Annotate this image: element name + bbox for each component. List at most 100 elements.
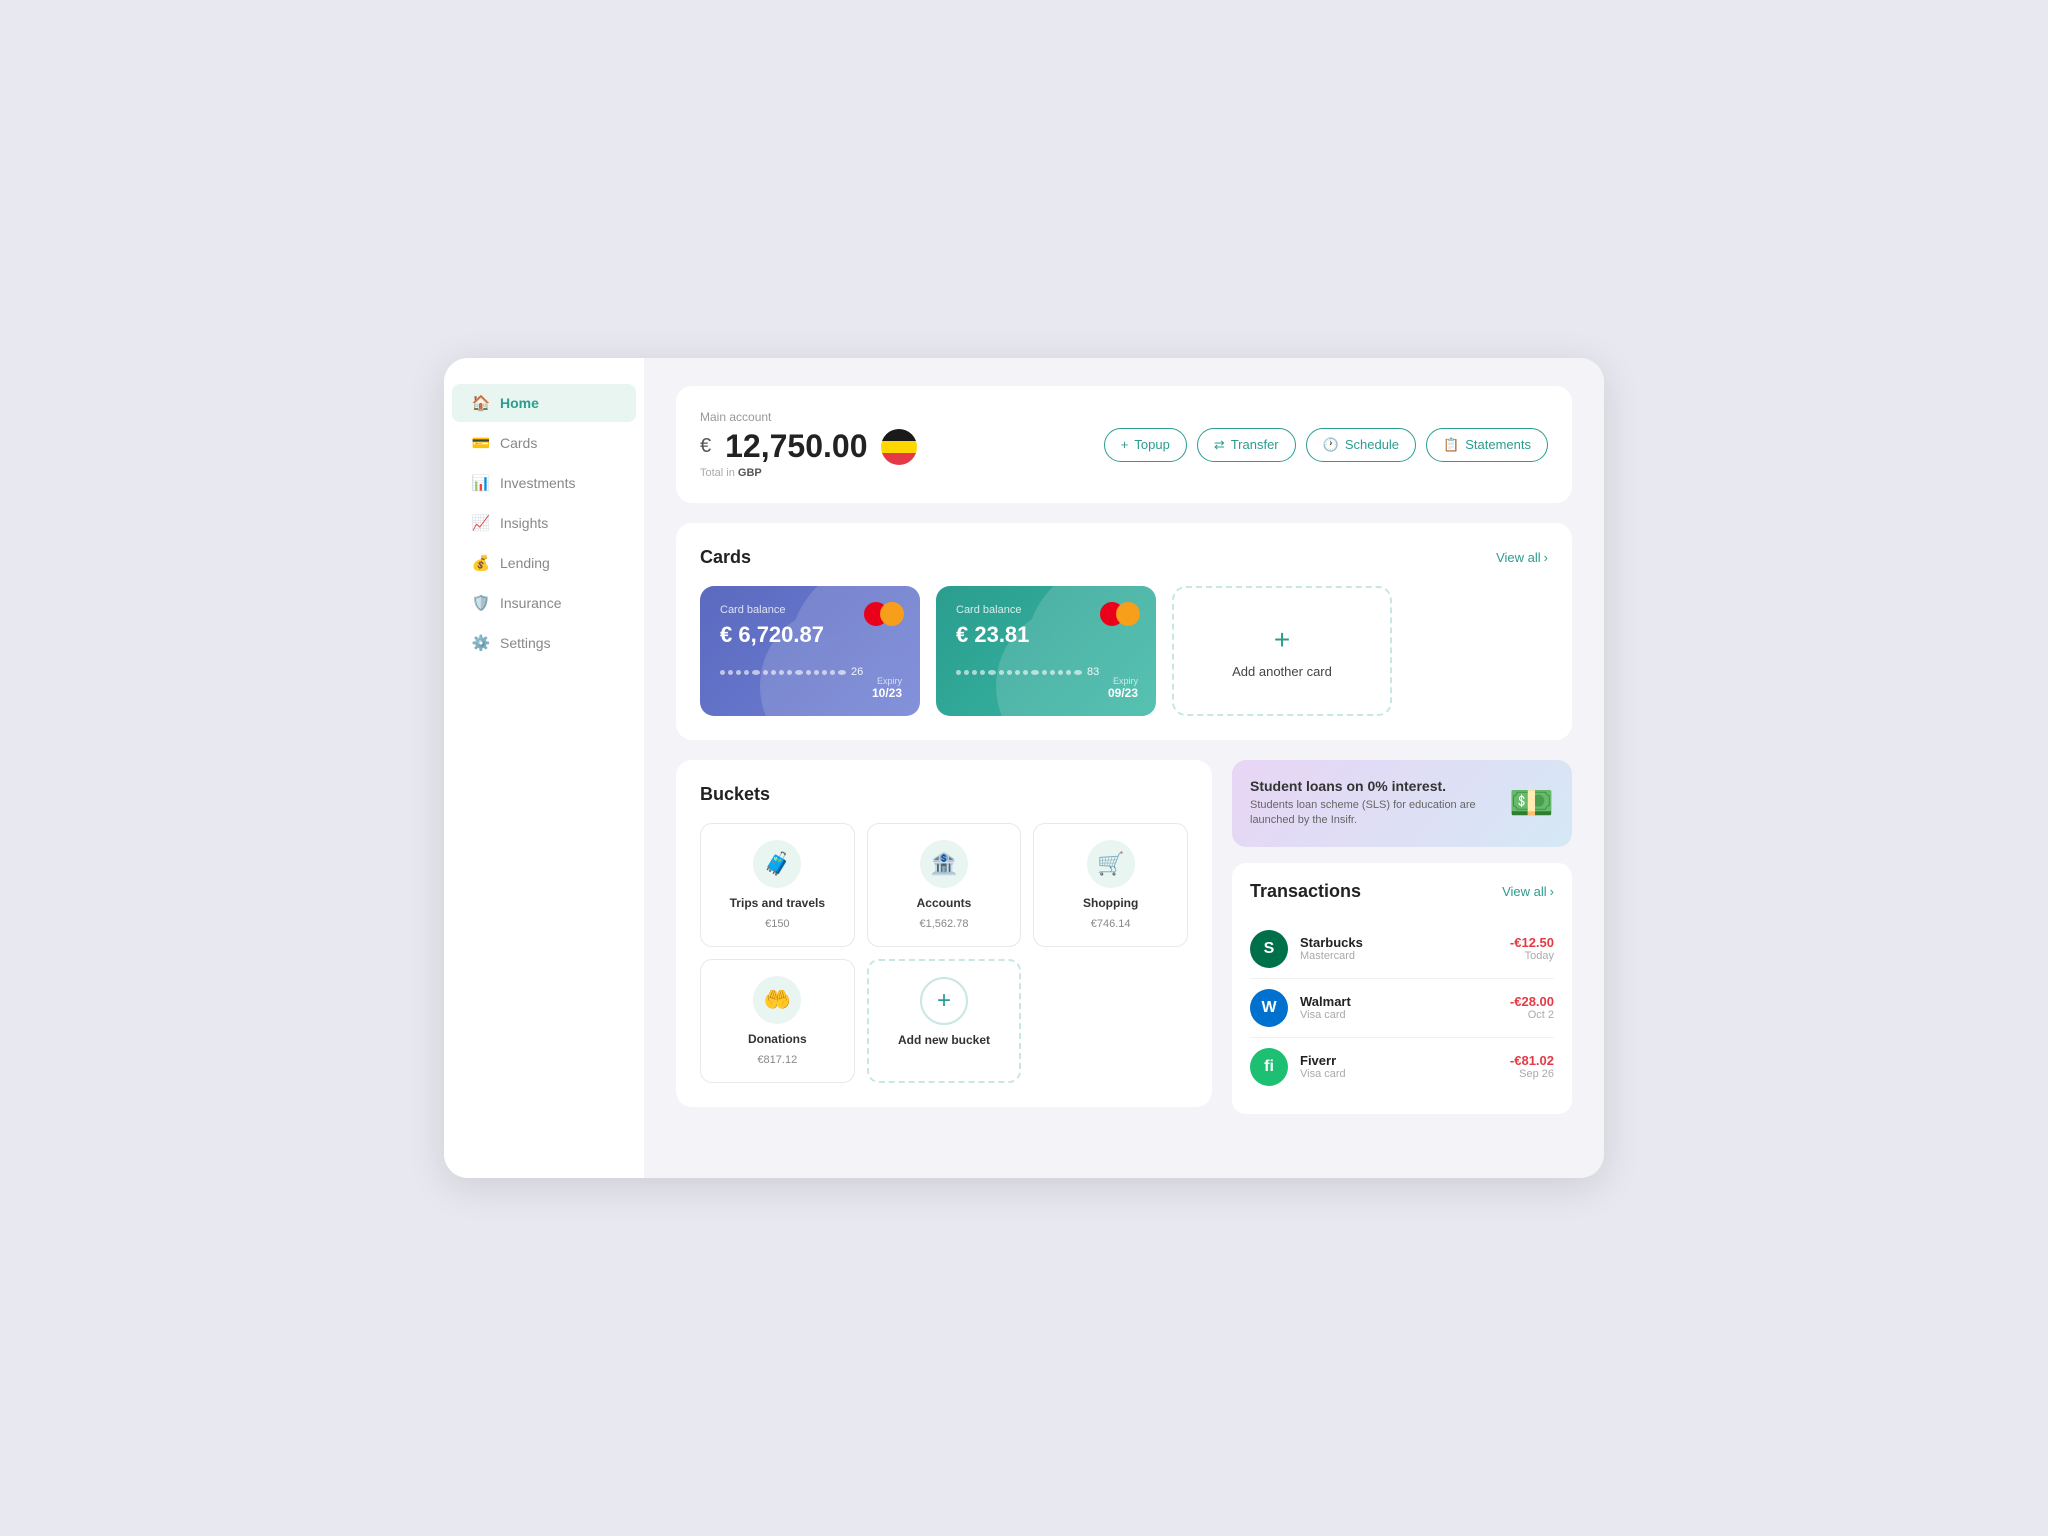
- transaction-item-fiverr[interactable]: fi Fiverr Visa card -€81.02 Sep 26: [1250, 1038, 1554, 1096]
- tx-card-2: Visa card: [1300, 1068, 1498, 1080]
- bucket-item-shopping[interactable]: 🛒 Shopping €746.14: [1033, 823, 1188, 947]
- transfer-button[interactable]: ⇄Transfer: [1197, 428, 1296, 462]
- tx-info-1: Walmart Visa card: [1300, 994, 1498, 1021]
- promo-icon: 💵: [1509, 782, 1554, 824]
- app-window: 🏠 Home💳 Cards📊 Investments📈 Insights💰 Le…: [444, 358, 1604, 1178]
- cards-icon: 💳: [472, 434, 490, 452]
- sidebar-item-cards[interactable]: 💳 Cards: [452, 424, 636, 462]
- transactions-view-all[interactable]: View all ›: [1502, 884, 1554, 899]
- bucket-amount-0: €150: [765, 918, 789, 930]
- bucket-icon-1: 🏦: [920, 840, 968, 888]
- action-buttons: +Topup ⇄Transfer 🕐Schedule 📋Statements: [1104, 428, 1548, 462]
- cards-title: Cards: [700, 547, 751, 568]
- buckets-section-header: Buckets: [700, 784, 1188, 805]
- tx-logo-fiverr: fi: [1250, 1048, 1288, 1086]
- bank-card-0[interactable]: Card balance € 6,720.87 26 Expiry 10/23: [700, 586, 920, 716]
- bank-card-1[interactable]: Card balance € 23.81 83 Expiry 09/23: [936, 586, 1156, 716]
- topup-button[interactable]: +Topup: [1104, 428, 1187, 462]
- account-header: Main account € 12,750.00 Total in GBP +T…: [676, 386, 1572, 503]
- bucket-amount-2: €746.14: [1091, 918, 1131, 930]
- promo-desc: Students loan scheme (SLS) for education…: [1250, 798, 1509, 829]
- tx-name-0: Starbucks: [1300, 935, 1498, 950]
- promo-banner[interactable]: Student loans on 0% interest. Students l…: [1232, 760, 1572, 847]
- mastercard-logo-1: [1100, 602, 1140, 626]
- schedule-button[interactable]: 🕐Schedule: [1306, 428, 1416, 462]
- bucket-item-accounts[interactable]: 🏦 Accounts €1,562.78: [867, 823, 1022, 947]
- tx-date-2: Sep 26: [1510, 1068, 1554, 1080]
- sidebar-item-investments[interactable]: 📊 Investments: [452, 464, 636, 502]
- sidebar-label: Settings: [500, 635, 551, 651]
- bucket-icon-3: 🤲: [753, 976, 801, 1024]
- investments-icon: 📊: [472, 474, 490, 492]
- bucket-name-0: Trips and travels: [730, 896, 825, 910]
- home-icon: 🏠: [472, 394, 490, 412]
- account-info: Main account € 12,750.00 Total in GBP: [700, 410, 917, 479]
- tx-amount-col-0: -€12.50 Today: [1510, 935, 1554, 962]
- sidebar: 🏠 Home💳 Cards📊 Investments📈 Insights💰 Le…: [444, 358, 644, 1178]
- bucket-icon-4: +: [920, 977, 968, 1025]
- bucket-name-3: Donations: [748, 1032, 807, 1046]
- sidebar-item-home[interactable]: 🏠 Home: [452, 384, 636, 422]
- tx-card-1: Visa card: [1300, 1009, 1498, 1021]
- bottom-row: Buckets 🧳 Trips and travels €150 🏦 Accou…: [676, 760, 1572, 1127]
- tx-logo-starbucks: S: [1250, 930, 1288, 968]
- bucket-item-donations[interactable]: 🤲 Donations €817.12: [700, 959, 855, 1083]
- account-label: Main account: [700, 410, 917, 424]
- cards-view-all[interactable]: View all ›: [1496, 550, 1548, 565]
- transfer-icon: ⇄: [1214, 437, 1225, 453]
- add-card-plus-icon: +: [1274, 624, 1290, 656]
- transactions-list: S Starbucks Mastercard -€12.50 Today W W…: [1250, 920, 1554, 1096]
- cards-row: Card balance € 6,720.87 26 Expiry 10/23: [700, 586, 1548, 716]
- sidebar-label: Insights: [500, 515, 548, 531]
- lending-icon: 💰: [472, 554, 490, 572]
- topup-icon: +: [1121, 437, 1129, 452]
- tx-amount-0: -€12.50: [1510, 935, 1554, 950]
- schedule-icon: 🕐: [1323, 437, 1339, 453]
- add-card-button[interactable]: + Add another card: [1172, 586, 1392, 716]
- flag-icon: [881, 429, 917, 465]
- statements-icon: 📋: [1443, 437, 1459, 453]
- transactions-header: Transactions View all ›: [1250, 881, 1554, 902]
- promo-title: Student loans on 0% interest.: [1250, 778, 1509, 794]
- transaction-item-starbucks[interactable]: S Starbucks Mastercard -€12.50 Today: [1250, 920, 1554, 979]
- bucket-name-2: Shopping: [1083, 896, 1138, 910]
- card-expiry-1: Expiry 09/23: [1108, 676, 1138, 700]
- cards-container: Card balance € 6,720.87 26 Expiry 10/23: [700, 586, 1156, 716]
- tx-name-1: Walmart: [1300, 994, 1498, 1009]
- tx-name-2: Fiverr: [1300, 1053, 1498, 1068]
- sidebar-item-insights[interactable]: 📈 Insights: [452, 504, 636, 542]
- buckets-title: Buckets: [700, 784, 770, 805]
- main-content: Main account € 12,750.00 Total in GBP +T…: [644, 358, 1604, 1178]
- mastercard-logo-0: [864, 602, 904, 626]
- mc-orange-0: [880, 602, 904, 626]
- currency-code: GBP: [738, 467, 762, 479]
- right-column: Student loans on 0% interest. Students l…: [1232, 760, 1572, 1127]
- sidebar-label: Home: [500, 395, 539, 411]
- sidebar-item-insurance[interactable]: 🛡️ Insurance: [452, 584, 636, 622]
- tx-date-0: Today: [1510, 950, 1554, 962]
- transactions-title: Transactions: [1250, 881, 1361, 902]
- bucket-icon-2: 🛒: [1087, 840, 1135, 888]
- tx-amount-col-1: -€28.00 Oct 2: [1510, 994, 1554, 1021]
- statements-button[interactable]: 📋Statements: [1426, 428, 1548, 462]
- insights-icon: 📈: [472, 514, 490, 532]
- buckets-section: Buckets 🧳 Trips and travels €150 🏦 Accou…: [676, 760, 1212, 1107]
- flag-red: [881, 453, 917, 465]
- sidebar-label: Investments: [500, 475, 575, 491]
- bucket-item-trips-and-travels[interactable]: 🧳 Trips and travels €150: [700, 823, 855, 947]
- card-expiry-0: Expiry 10/23: [872, 676, 902, 700]
- cards-section: Cards View all › Card balance € 6,720.87: [676, 523, 1572, 740]
- flag-black: [881, 429, 917, 441]
- sidebar-item-lending[interactable]: 💰 Lending: [452, 544, 636, 582]
- sidebar-item-settings[interactable]: ⚙️ Settings: [452, 624, 636, 662]
- flag-yellow: [881, 441, 917, 453]
- tx-logo-walmart: W: [1250, 989, 1288, 1027]
- transactions-section: Transactions View all › S Starbucks Mast…: [1232, 863, 1572, 1114]
- cards-section-header: Cards View all ›: [700, 547, 1548, 568]
- transaction-item-walmart[interactable]: W Walmart Visa card -€28.00 Oct 2: [1250, 979, 1554, 1038]
- balance-amount: 12,750.00: [725, 428, 867, 465]
- bucket-name-1: Accounts: [917, 896, 972, 910]
- promo-text: Student loans on 0% interest. Students l…: [1250, 778, 1509, 829]
- mc-orange-1: [1116, 602, 1140, 626]
- bucket-item-add-new-bucket[interactable]: + Add new bucket: [867, 959, 1022, 1083]
